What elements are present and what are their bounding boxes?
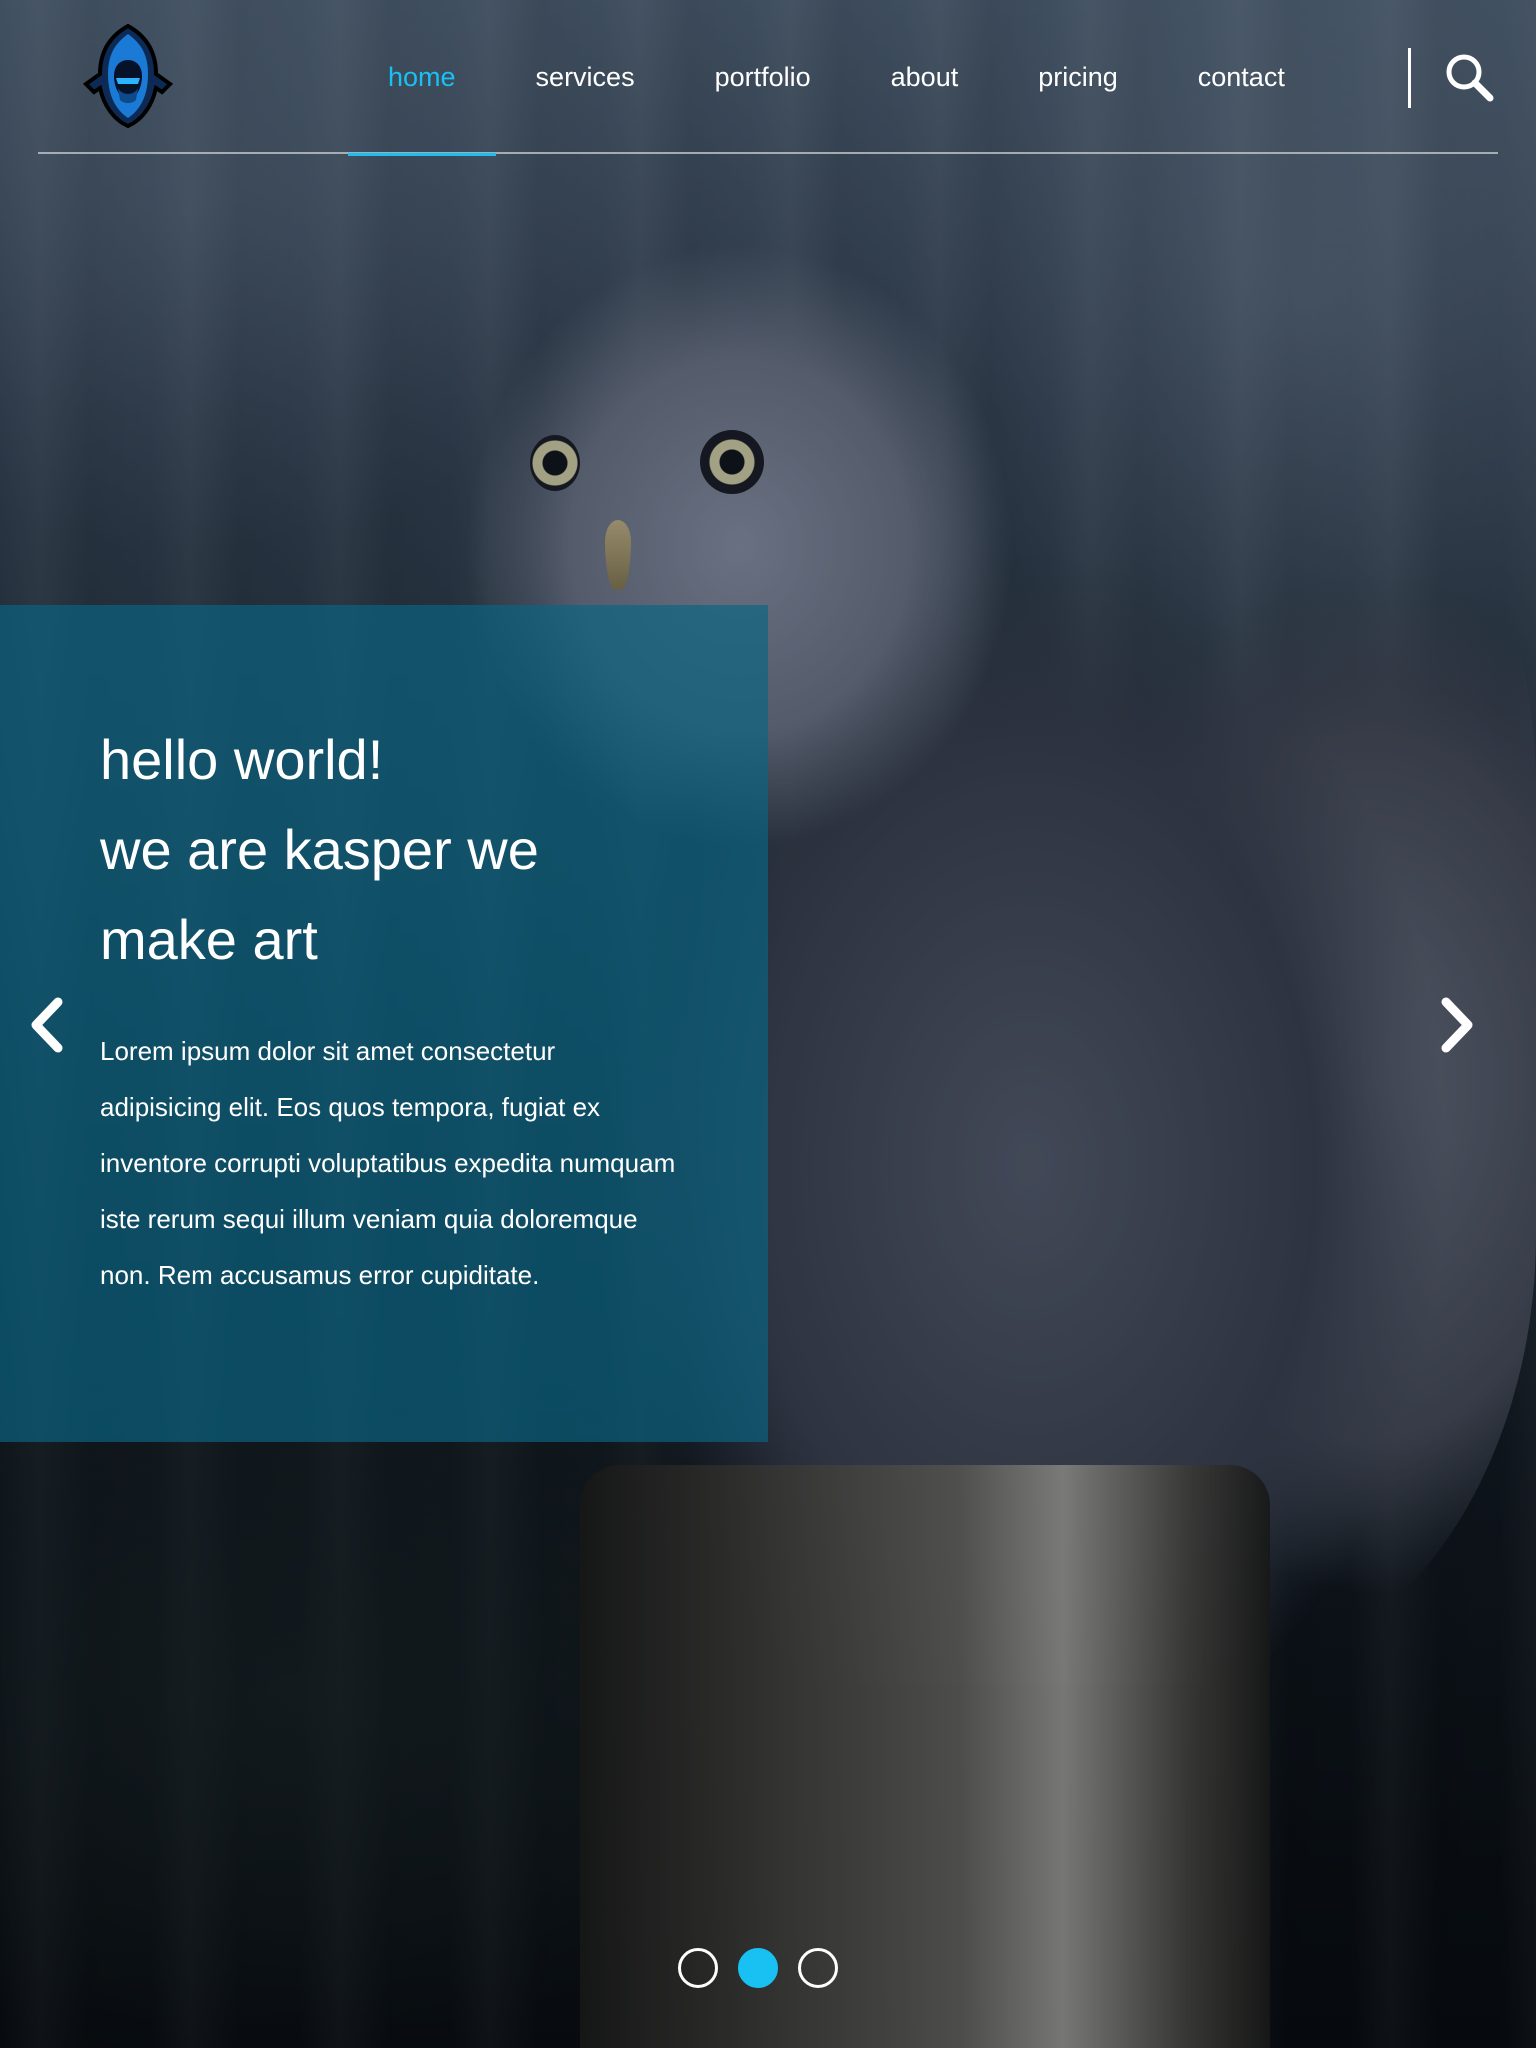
hero-section: home services portfolio about pricing co…	[0, 0, 1536, 2048]
hooded-ninja-logo-icon[interactable]	[70, 22, 186, 130]
nav-item-about[interactable]: about	[851, 0, 999, 154]
search-icon[interactable]	[1442, 50, 1498, 106]
nav-item-services[interactable]: services	[496, 0, 675, 154]
slider-dot-3[interactable]	[798, 1948, 838, 1988]
nav-item-home[interactable]: home	[348, 0, 496, 156]
site-header: home services portfolio about pricing co…	[38, 0, 1498, 156]
slider-dots	[678, 1948, 838, 1988]
nav-item-portfolio[interactable]: portfolio	[675, 0, 851, 154]
hero-body-text: Lorem ipsum dolor sit amet consectetur a…	[100, 1036, 676, 1290]
chevron-right-icon[interactable]	[1432, 990, 1482, 1060]
slider-dot-2[interactable]	[738, 1948, 778, 1988]
chevron-left-icon[interactable]	[22, 990, 72, 1060]
hero-headline-line2: we are kasper we make art	[100, 818, 539, 971]
hero-text-panel: hello world! we are kasper we make art L…	[0, 605, 768, 1442]
nav-divider	[1408, 48, 1411, 108]
nav-item-pricing[interactable]: pricing	[998, 0, 1158, 154]
hero-headline-line1: hello world!	[100, 728, 384, 791]
nav-item-contact[interactable]: contact	[1158, 0, 1325, 154]
main-nav: home services portfolio about pricing co…	[348, 0, 1325, 156]
slider-dot-1[interactable]	[678, 1948, 718, 1988]
hero-headline: hello world! we are kasper we make art	[100, 715, 620, 985]
